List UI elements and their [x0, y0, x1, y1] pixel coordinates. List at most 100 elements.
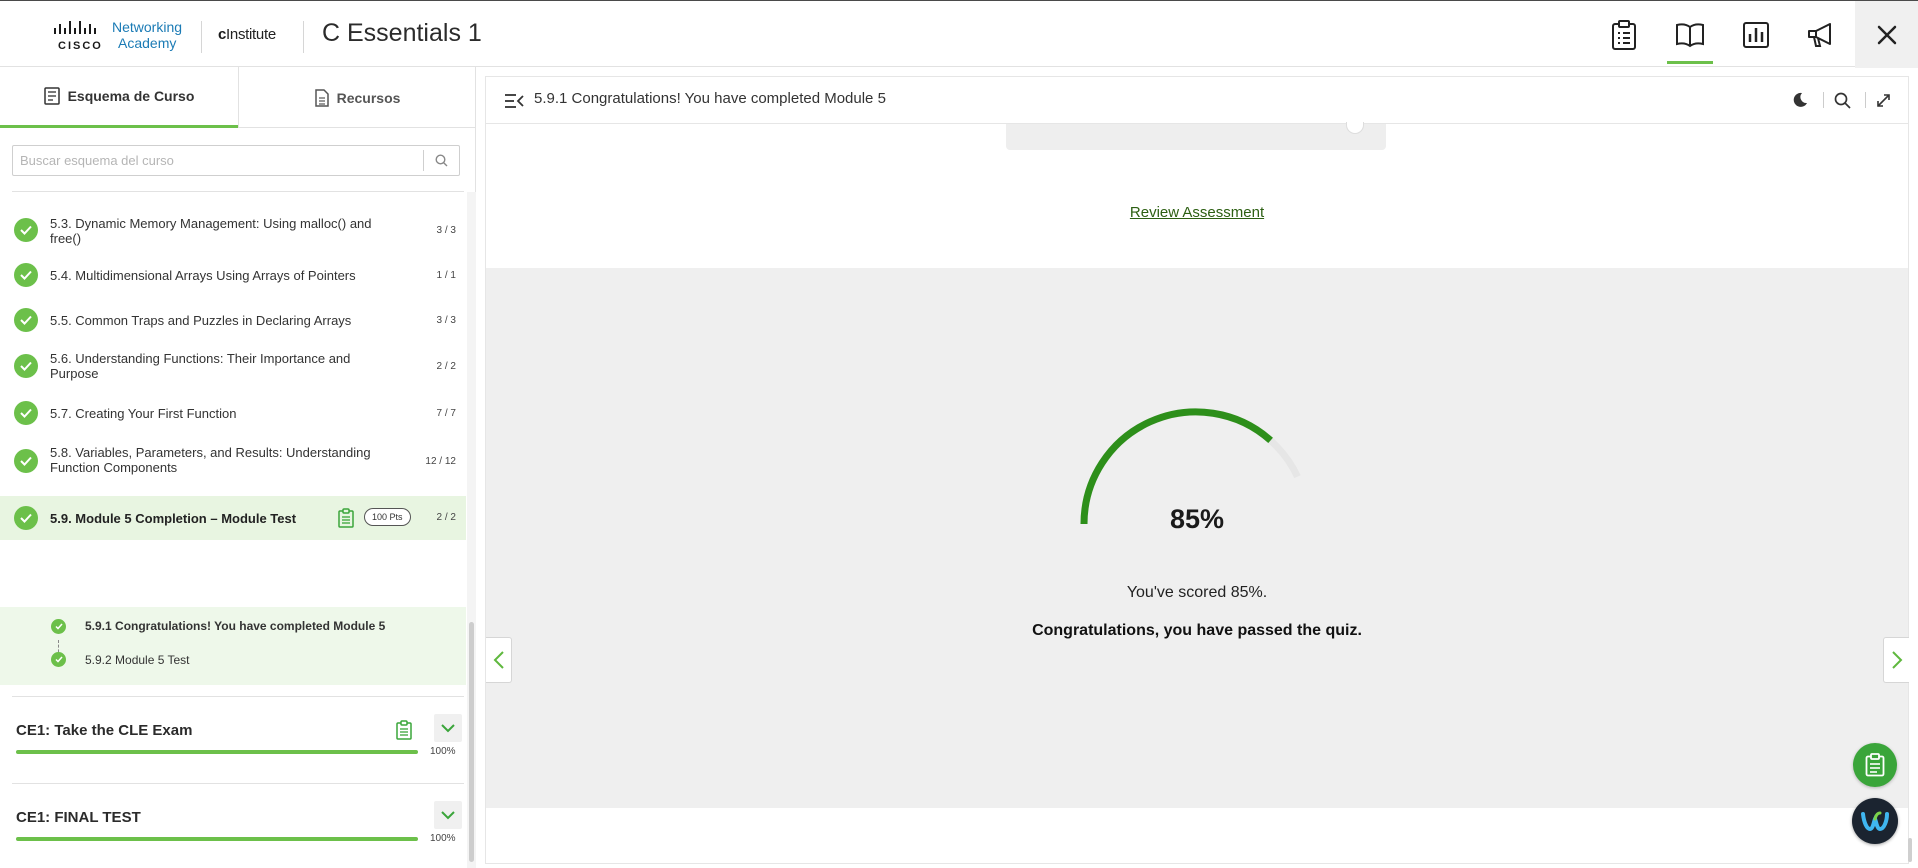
sidebar-scroll-thumb[interactable] — [469, 622, 474, 862]
outline-search-input[interactable] — [13, 146, 423, 175]
webex-icon — [1861, 811, 1889, 832]
outline-item-count: 1 / 1 — [436, 270, 456, 281]
tab-course-outline-label: Esquema de Curso — [67, 88, 195, 104]
review-assessment-link[interactable]: Review Assessment — [1130, 204, 1264, 221]
chevron-down-icon[interactable] — [434, 801, 462, 829]
header-divider — [1823, 92, 1824, 108]
header-divider — [1865, 92, 1866, 108]
outline-item-label: 5.8. Variables, Parameters, and Results:… — [50, 445, 371, 475]
expand-icon[interactable] — [1872, 89, 1894, 111]
brand-networking: Networking — [112, 19, 183, 35]
outline-item-label: 5.7. Creating Your First Function — [50, 406, 237, 421]
subitem-5-9-1[interactable]: 5.9.1 Congratulations! You have complete… — [85, 619, 385, 633]
cisco-bars-icon — [54, 21, 96, 34]
outline-item-5-4[interactable]: 5.4. Multidimensional Arrays Using Array… — [0, 255, 466, 295]
webex-assistant-button[interactable] — [1852, 798, 1898, 844]
outline-item-count: 3 / 3 — [436, 225, 456, 236]
outline-item-label: 5.4. Multidimensional Arrays Using Array… — [50, 268, 356, 283]
section-title: CE1: FINAL TEST — [16, 809, 141, 826]
document-icon — [314, 88, 329, 107]
next-page-button[interactable] — [1883, 637, 1909, 683]
card-knob — [1346, 122, 1364, 134]
previous-page-button[interactable] — [486, 637, 512, 683]
check-icon — [14, 506, 38, 530]
c-institute-text: Institute — [226, 26, 276, 43]
book-icon[interactable] — [1667, 15, 1713, 64]
clipboard-icon — [1865, 753, 1885, 777]
quiz-clipboard-icon — [396, 720, 412, 745]
outline-item-count: 7 / 7 — [436, 408, 456, 419]
quiz-result-panel: 85% You've scored 85%. Congratulations, … — [486, 268, 1909, 808]
pass-message: Congratulations, you have passed the qui… — [1032, 622, 1362, 639]
top-header: CISCO Networking Academy cInstitute C Es… — [0, 0, 1918, 68]
content-header: 5.9.1 Congratulations! You have complete… — [486, 77, 1908, 124]
header-divider — [303, 21, 304, 53]
outline-item-label: 5.9. Module 5 Completion – Module Test — [50, 511, 297, 526]
section-percent: 100% — [430, 746, 456, 757]
tab-resources[interactable]: Recursos — [238, 67, 476, 128]
brand-academy: Academy — [118, 35, 177, 51]
networking-academy-text: Networking Academy — [112, 19, 182, 51]
content-panel: 5.9.1 Congratulations! You have complete… — [485, 76, 1909, 864]
check-icon — [14, 308, 38, 332]
quiz-clipboard-icon — [338, 508, 354, 533]
cisco-networking-academy-logo[interactable]: CISCO Networking Academy — [54, 19, 186, 53]
section-percent: 100% — [430, 833, 456, 844]
previous-content-card — [1006, 122, 1386, 150]
tab-resources-label: Recursos — [336, 89, 401, 106]
section-progress-bar — [16, 750, 418, 754]
check-icon — [51, 619, 66, 634]
subitem-5-9-2[interactable]: 5.9.2 Module 5 Test — [85, 653, 190, 667]
list-divider — [12, 191, 464, 192]
section-title: CE1: Take the CLE Exam — [16, 722, 193, 739]
cisco-wordmark: CISCO — [58, 40, 103, 52]
outline-item-5-3[interactable]: 5.3. Dynamic Memory Management: Using ma… — [0, 208, 466, 252]
outline-item-5-7[interactable]: 5.7. Creating Your First Function 7 / 7 — [0, 392, 466, 432]
collapse-menu-icon[interactable] — [504, 92, 524, 110]
outline-item-label: 5.6. Understanding Functions: Their Impo… — [50, 351, 351, 381]
section-divider — [12, 783, 464, 784]
outline-item-5-9[interactable]: 5.9. Module 5 Completion – Module Test 1… — [0, 496, 466, 540]
bar-chart-icon[interactable] — [1733, 15, 1779, 55]
dark-mode-icon[interactable] — [1789, 89, 1811, 111]
chevron-down-icon[interactable] — [434, 714, 462, 742]
check-icon — [14, 263, 38, 287]
outline-item-5-5[interactable]: 5.5. Common Traps and Puzzles in Declari… — [0, 299, 466, 339]
course-outline-sidebar: Esquema de Curso Recursos 5.3. Dynamic M… — [0, 67, 476, 868]
search-icon[interactable] — [423, 150, 459, 171]
check-icon — [14, 449, 38, 473]
score-percent: 85% — [1169, 504, 1225, 534]
outline-item-label: 5.5. Common Traps and Puzzles in Declari… — [50, 313, 352, 328]
outline-item-count: 12 / 12 — [425, 456, 456, 467]
quiz-floating-button[interactable] — [1853, 743, 1897, 787]
outline-search — [12, 145, 460, 176]
points-badge: 100 Pts — [364, 508, 411, 526]
section-progress-bar — [16, 837, 418, 841]
check-icon — [14, 354, 38, 378]
outline-item-count: 2 / 2 — [436, 361, 456, 372]
check-icon — [14, 218, 38, 242]
close-icon[interactable] — [1855, 1, 1918, 68]
c-institute-mark: c — [218, 26, 227, 43]
tab-course-outline[interactable]: Esquema de Curso — [0, 67, 238, 128]
score-text: You've scored 85%. — [1126, 584, 1268, 601]
section-divider — [12, 696, 464, 697]
c-institute-logo: cInstitute — [218, 26, 276, 43]
outline-icon — [43, 87, 60, 105]
check-icon — [51, 652, 66, 667]
search-icon[interactable] — [1831, 89, 1853, 111]
review-assessment: Review Assessment — [486, 204, 1908, 221]
megaphone-icon[interactable] — [1798, 15, 1844, 55]
content-scrollbar[interactable] — [1908, 838, 1912, 862]
outline-item-label: 5.3. Dynamic Memory Management: Using ma… — [50, 216, 372, 246]
check-icon — [14, 401, 38, 425]
outline-item-5-8[interactable]: 5.8. Variables, Parameters, and Results:… — [0, 437, 466, 483]
outline-item-count: 3 / 3 — [436, 315, 456, 326]
outline-item-count: 2 / 2 — [436, 512, 456, 523]
chevron-left-icon — [493, 651, 504, 669]
course-title: C Essentials 1 — [322, 19, 482, 47]
sidebar-tabs: Esquema de Curso Recursos — [0, 67, 476, 128]
outline-item-5-6[interactable]: 5.6. Understanding Functions: Their Impo… — [0, 343, 466, 387]
clipboard-icon[interactable] — [1601, 15, 1647, 55]
sidebar-scrollbar[interactable] — [467, 192, 476, 868]
